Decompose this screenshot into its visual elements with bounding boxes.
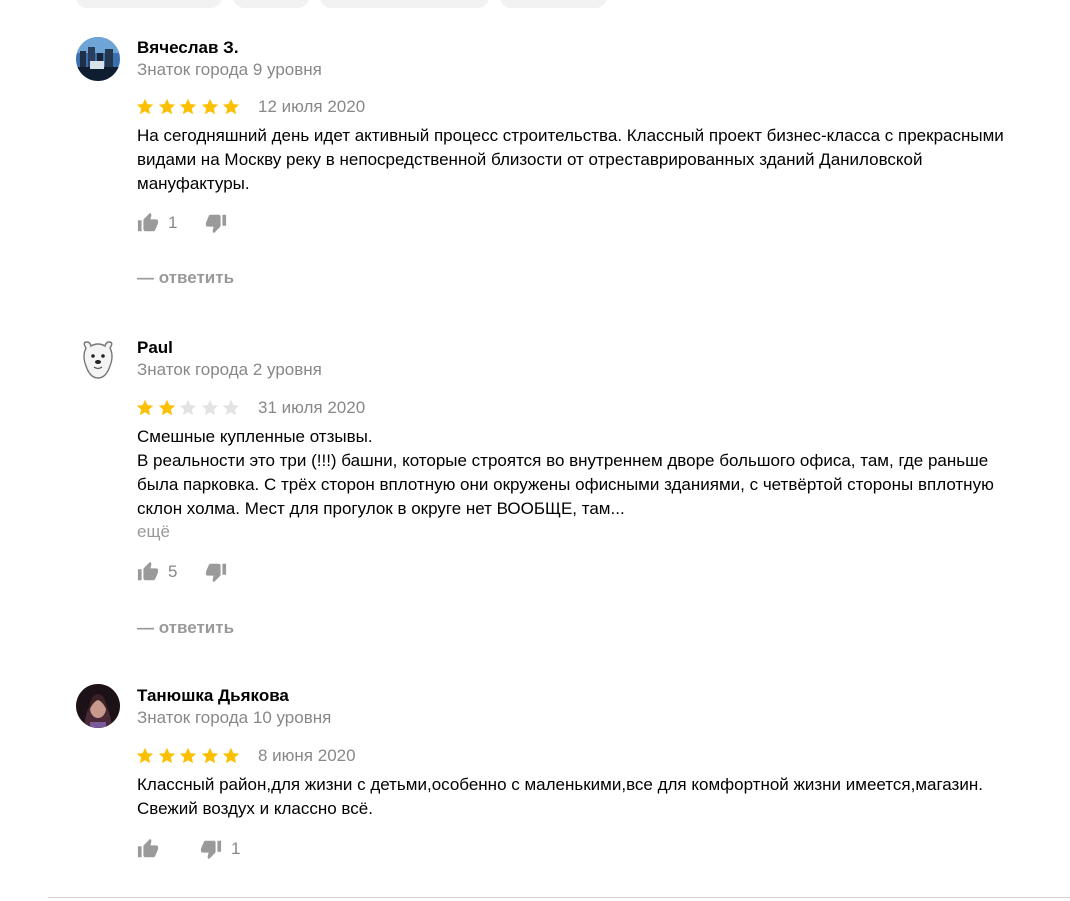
star-icon [158, 399, 176, 417]
filter-chip[interactable] [500, 0, 607, 8]
thumbs-up-icon [137, 838, 159, 860]
review-date: 12 июля 2020 [258, 97, 366, 116]
review-paragraph: На сегодняшний день идет активный процес… [137, 126, 1004, 193]
star-icon [136, 747, 154, 765]
star-icon [179, 399, 197, 417]
avatar[interactable] [76, 336, 120, 380]
star-icon [179, 98, 197, 116]
star-icon [158, 98, 176, 116]
review-date: 8 июня 2020 [258, 746, 356, 765]
like-button[interactable] [137, 838, 168, 860]
thumbs-down-icon [205, 212, 227, 234]
thumbs-down-icon [205, 561, 227, 583]
star-icon [222, 747, 240, 765]
dislike-button[interactable] [205, 561, 236, 583]
filter-chip[interactable] [76, 0, 222, 8]
review-date: 31 июля 2020 [258, 398, 366, 417]
star-icon [136, 399, 154, 417]
thumbs-up-icon [137, 561, 159, 583]
author-level: Знаток города 2 уровня [137, 360, 322, 379]
dislike-button[interactable] [205, 212, 236, 234]
more-link[interactable]: ещё [137, 522, 170, 542]
reply-link[interactable]: — ответить [137, 268, 234, 288]
star-icon [158, 747, 176, 765]
dislike-button[interactable]: 1 [200, 838, 240, 860]
review-text: Смешные купленные отзывы. В реальности э… [137, 425, 1017, 521]
review-text: На сегодняшний день идет активный процес… [137, 124, 1017, 196]
author-level: Знаток города 9 уровня [137, 60, 322, 79]
thumbs-down-icon [200, 838, 222, 860]
review-author[interactable]: Танюшка Дьякова [137, 686, 289, 706]
star-icon [179, 747, 197, 765]
review-text: Классный район,для жизни с детьми,особен… [137, 773, 1017, 821]
filter-chip[interactable] [233, 0, 309, 8]
review-paragraph: В реальности это три (!!!) башни, которы… [137, 451, 994, 518]
avatar[interactable] [76, 37, 120, 81]
star-icon [222, 399, 240, 417]
rating-stars [136, 98, 244, 116]
reply-link[interactable]: — ответить [137, 618, 234, 638]
review-author[interactable]: Paul [137, 338, 173, 358]
star-icon [201, 98, 219, 116]
like-count: 1 [168, 213, 178, 232]
filter-chips-row [0, 0, 1070, 10]
like-button[interactable]: 5 [137, 561, 177, 583]
review-paragraph: Классный район,для жизни с детьми,особен… [137, 775, 983, 818]
rating-stars [136, 747, 244, 765]
star-icon [136, 98, 154, 116]
rating-stars [136, 399, 244, 417]
dislike-count: 1 [231, 839, 241, 858]
star-icon [201, 747, 219, 765]
thumbs-up-icon [137, 212, 159, 234]
author-level: Знаток города 10 уровня [137, 708, 332, 727]
star-icon [201, 399, 219, 417]
filter-chip[interactable] [320, 0, 489, 8]
star-icon [222, 98, 240, 116]
like-button[interactable]: 1 [137, 212, 177, 234]
review-paragraph: Смешные купленные отзывы. [137, 427, 373, 446]
divider [48, 897, 1070, 898]
avatar[interactable] [76, 684, 120, 728]
like-count: 5 [168, 562, 178, 581]
review-author[interactable]: Вячеслав З. [137, 38, 239, 58]
